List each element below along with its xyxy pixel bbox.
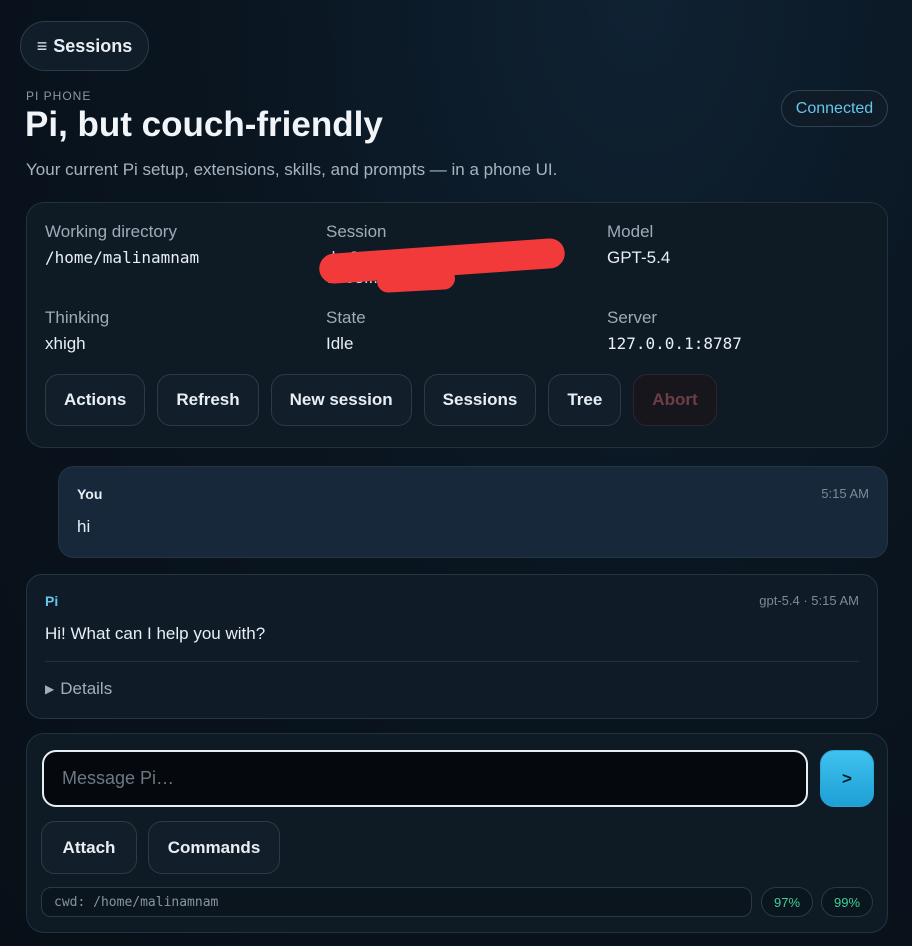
message-text: Hi! What can I help you with?: [45, 624, 266, 643]
thinking-field: Thinking xhigh: [45, 308, 109, 354]
app-eyebrow: PI PHONE: [26, 89, 92, 103]
commands-button[interactable]: Commands: [148, 821, 280, 874]
redaction-mark: [376, 266, 456, 294]
message-input[interactable]: [42, 750, 808, 807]
message-divider: [45, 661, 859, 662]
user-message: You 5:15 AM hi: [58, 466, 888, 558]
actions-button[interactable]: Actions: [45, 374, 146, 426]
sessions-menu-label: Sessions: [53, 35, 133, 56]
model-label: Model: [607, 222, 654, 241]
model-field: Model GPT-5.4: [607, 222, 670, 268]
abort-button[interactable]: Abort: [633, 374, 717, 426]
tree-button[interactable]: Tree: [548, 374, 622, 426]
working-directory-value: /home/malinamnam: [45, 248, 200, 267]
session-label: Session: [326, 222, 387, 241]
attach-button[interactable]: Attach: [41, 821, 137, 874]
sessions-button[interactable]: Sessions: [423, 374, 537, 426]
message-author: Pi: [45, 593, 59, 609]
server-value: 127.0.0.1:8787: [607, 334, 742, 353]
usage-badge: 99%: [821, 887, 873, 917]
details-label: Details: [60, 679, 113, 698]
cwd-indicator: cwd: /home/malinamnam: [41, 887, 752, 917]
page-subtitle: Your current Pi setup, extensions, skill…: [26, 160, 558, 179]
message-meta: gpt-5.4 · 5:15 AM: [759, 593, 859, 608]
working-directory-field: Working directory /home/malinamnam: [45, 222, 199, 267]
server-label: Server: [607, 308, 658, 327]
page-title: Pi, but couch-friendly: [25, 105, 383, 144]
new-session-button[interactable]: New session: [270, 374, 412, 426]
sessions-menu-button[interactable]: ≡ Sessions: [20, 21, 149, 71]
state-label: State: [326, 308, 366, 327]
message-composer: > Attach Commands cwd: /home/malinamnam …: [26, 733, 888, 933]
refresh-button[interactable]: Refresh: [157, 374, 259, 426]
assistant-message: Pi gpt-5.4 · 5:15 AM Hi! What can I help…: [26, 574, 878, 719]
action-button-row: Actions Refresh New session Sessions Tre…: [45, 374, 717, 426]
message-time: 5:15 AM: [821, 486, 869, 501]
state-field: State Idle: [326, 308, 366, 354]
usage-badge: 97%: [761, 887, 813, 917]
model-value: GPT-5.4: [607, 248, 671, 267]
state-value: Idle: [326, 334, 354, 353]
message-author: You: [77, 486, 103, 502]
send-button[interactable]: >: [820, 750, 874, 807]
message-text: hi: [77, 517, 91, 536]
thinking-label: Thinking: [45, 308, 110, 327]
thinking-value: xhigh: [45, 334, 86, 353]
details-toggle[interactable]: ▶ Details: [45, 679, 112, 699]
connection-status-badge: Connected: [781, 90, 888, 127]
working-directory-label: Working directory: [45, 222, 177, 241]
server-field: Server 127.0.0.1:8787: [607, 308, 742, 353]
menu-icon: ≡: [36, 35, 48, 56]
session-info-card: Working directory /home/malinamnam Sessi…: [26, 202, 888, 448]
triangle-right-icon: ▶: [45, 682, 55, 696]
